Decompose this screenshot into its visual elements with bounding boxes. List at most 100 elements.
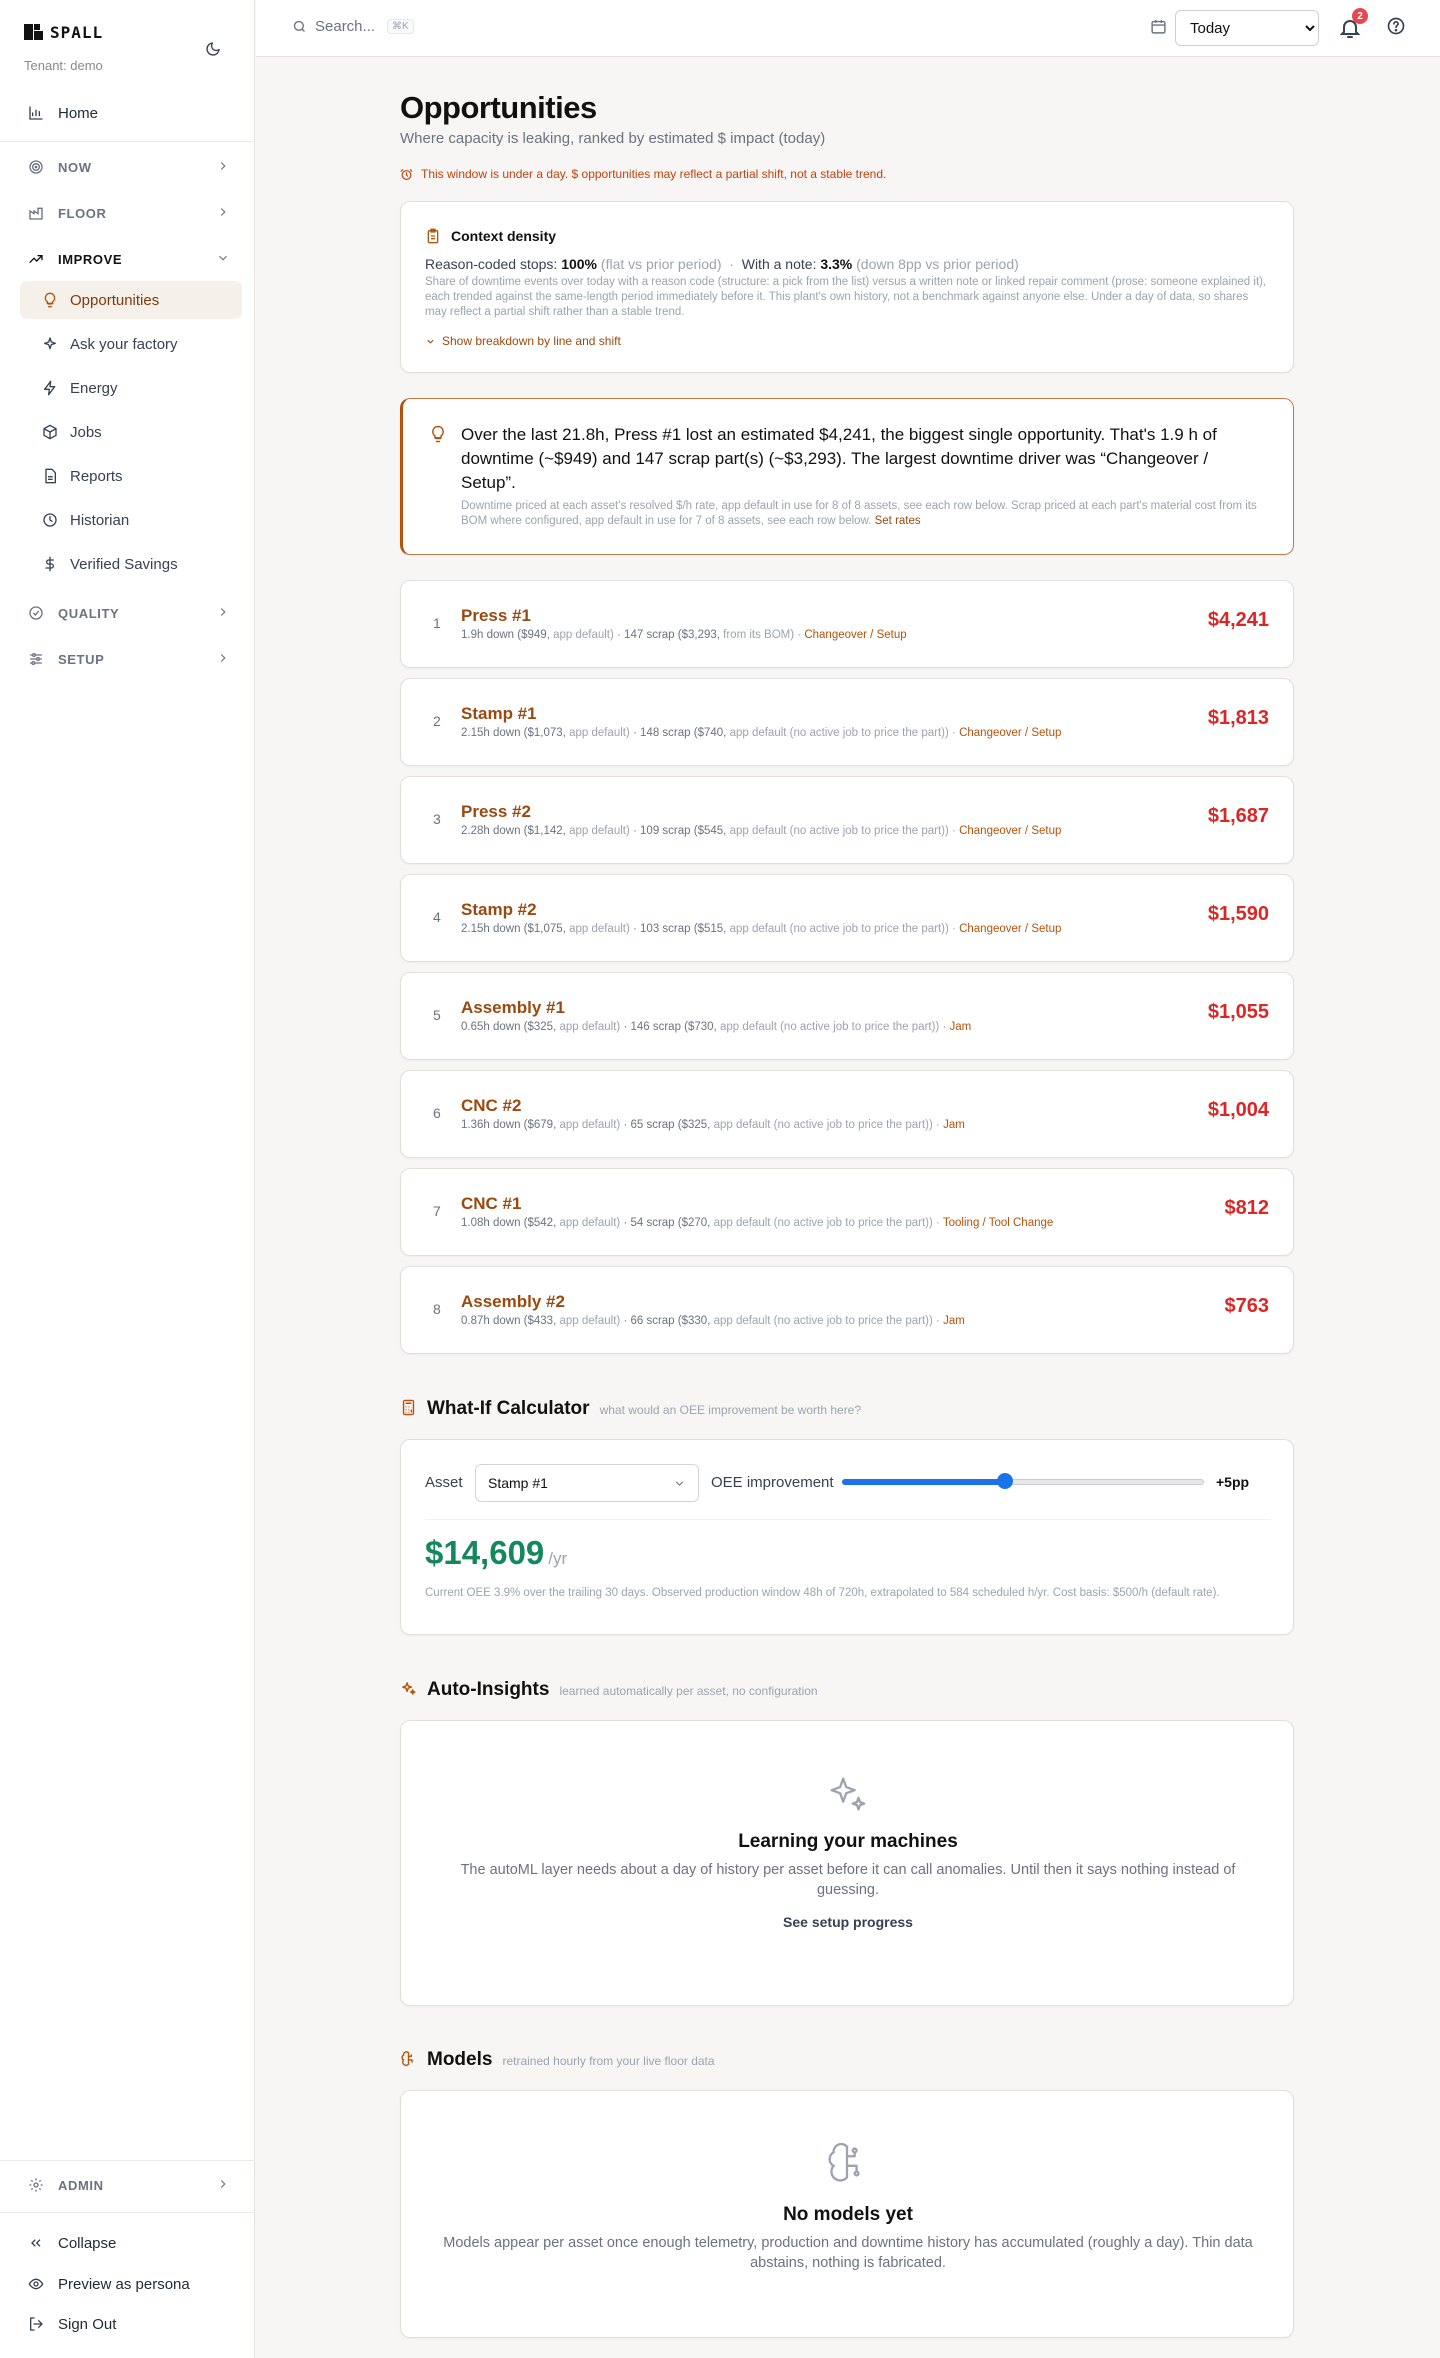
downtime-value: 2.15h down ($1,075, <box>461 923 566 935</box>
chevron-right-icon <box>220 208 226 216</box>
meta-separator: · <box>952 727 956 739</box>
opportunity-asset-link[interactable]: CNC #1 <box>461 1194 521 1214</box>
package-icon <box>43 424 57 440</box>
opportunity-asset-link[interactable]: Assembly #2 <box>461 1292 565 1312</box>
opportunity-asset-link[interactable]: Stamp #2 <box>461 900 537 920</box>
opportunity-amount: $1,004 <box>1207 1099 1269 1121</box>
theme-toggle-button[interactable] <box>200 36 226 62</box>
downtime-cause: Changeover / Setup <box>804 629 907 641</box>
sidebar-item-ask-your-factory[interactable]: Ask your factory <box>20 325 242 363</box>
brand-logo[interactable]: SPALL <box>24 22 103 42</box>
opportunity-asset-link[interactable]: Assembly #1 <box>461 998 565 1018</box>
meta-separator: · <box>797 629 802 641</box>
sidebar-section-quality[interactable]: QUALITY <box>20 596 230 630</box>
opportunity-row[interactable]: 2 Stamp #1 2.15h down ($1,073, app default… <box>400 678 1294 766</box>
downtime-cause: Changeover / Setup <box>959 727 1062 739</box>
opportunity-amount: $763 <box>1224 1295 1270 1317</box>
sidebar-item-energy[interactable]: Energy <box>20 369 242 407</box>
chevron-right-icon <box>220 2180 226 2188</box>
opportunity-asset-link[interactable]: Press #1 <box>461 606 531 626</box>
date-range-select[interactable]: Today <box>1175 10 1319 46</box>
opportunity-row[interactable]: 6 CNC #2 1.36h down ($679, app default) · … <box>400 1070 1294 1158</box>
opportunity-rank: 2 <box>433 713 441 729</box>
note-delta: (down 8pp vs prior period) <box>856 256 1019 272</box>
sidebar-section-improve[interactable]: IMPROVE <box>20 242 230 276</box>
opportunity-asset-link[interactable]: Press #2 <box>461 802 531 822</box>
scrap-value: · 54 scrap ($270, <box>623 1217 711 1229</box>
section-label: QUALITY <box>58 605 120 621</box>
preview-persona-button[interactable]: Preview as persona <box>20 2265 242 2303</box>
slider-handle[interactable] <box>996 1473 1013 1489</box>
section-label: NOW <box>58 159 92 175</box>
context-density-description: Share of downtime events over today with… <box>425 276 1267 318</box>
sidebar-item-reports[interactable]: Reports <box>20 457 242 495</box>
opportunity-amount: $1,813 <box>1207 707 1269 729</box>
pricing-note: Downtime priced at each asset's resolved… <box>461 499 1261 529</box>
see-setup-progress-link[interactable]: See setup progress <box>401 1914 1295 1930</box>
chevron-down-icon <box>675 1480 684 1486</box>
eye-icon <box>28 2278 44 2290</box>
opportunity-asset-link[interactable]: Stamp #1 <box>461 704 537 724</box>
sidebar-item-home[interactable]: Home <box>20 94 242 132</box>
asset-select[interactable]: Stamp #1 <box>475 1464 699 1502</box>
sidebar-item-historian[interactable]: Historian <box>20 501 242 539</box>
whatif-result: $14,609/yr <box>425 1534 567 1572</box>
moon-icon <box>206 42 220 56</box>
meta-separator: · <box>952 923 956 935</box>
asset-select-value: Stamp #1 <box>488 1475 548 1491</box>
sidebar-item-label: Energy <box>70 379 118 397</box>
scrap-source: app default (no active job to price the … <box>729 923 949 935</box>
opportunity-asset-link[interactable]: CNC #2 <box>461 1096 521 1116</box>
scrap-value: · 65 scrap ($325, <box>623 1119 711 1131</box>
sidebar-section-floor[interactable]: FLOOR <box>20 196 230 230</box>
chevron-right-icon <box>220 654 226 662</box>
models-header: Models retrained hourly from your live f… <box>400 2048 715 2071</box>
help-icon[interactable] <box>1386 16 1406 36</box>
clock-icon <box>43 513 57 527</box>
scrap-source: app default (no active job to price the … <box>729 727 949 739</box>
context-density-title: Context density <box>451 228 557 244</box>
sidebar-section-admin[interactable]: ADMIN <box>20 2168 230 2202</box>
whatif-note: Current OEE 3.9% over the trailing 30 da… <box>425 1587 1220 1599</box>
opportunity-row[interactable]: 5 Assembly #1 0.65h down ($325, app defaul… <box>400 972 1294 1060</box>
whatif-title: What-If Calculator <box>427 1398 590 1419</box>
opportunity-row[interactable]: 7 CNC #1 1.08h down ($542, app default) · … <box>400 1168 1294 1256</box>
show-breakdown-toggle[interactable]: Show breakdown by line and shift <box>425 334 621 348</box>
sign-out-button[interactable]: Sign Out <box>20 2305 242 2343</box>
dollar-icon <box>45 556 54 572</box>
notification-badge: 2 <box>1352 8 1368 24</box>
sparkles-icon <box>44 337 56 350</box>
opportunity-row[interactable]: 4 Stamp #2 2.15h down ($1,075, app default… <box>400 874 1294 962</box>
radar-icon <box>29 160 43 174</box>
brain-circuit-icon <box>401 2051 413 2067</box>
chevron-right-icon <box>220 608 226 616</box>
opportunity-row[interactable]: 3 Press #2 2.28h down ($1,142, app default… <box>400 776 1294 864</box>
oee-improvement-slider[interactable] <box>842 1473 1204 1489</box>
opportunity-row[interactable]: 8 Assembly #2 0.87h down ($433, app defaul… <box>400 1266 1294 1354</box>
pricing-note-text: Downtime priced at each asset's resolved… <box>461 500 1257 527</box>
opportunity-rank: 8 <box>433 1301 441 1317</box>
opportunity-details: 0.87h down ($433, app default) · 66 scra… <box>461 1315 965 1327</box>
opportunity-details: 2.15h down ($1,075, app default) · 103 s… <box>461 923 1061 935</box>
opportunity-rank: 7 <box>433 1203 441 1219</box>
divider <box>0 2160 255 2161</box>
opportunity-row[interactable]: 1 Press #1 1.9h down ($949, app default) ·… <box>400 580 1294 668</box>
asset-label: Asset <box>425 1474 463 1491</box>
divider <box>425 1519 1271 1520</box>
sidebar-section-now[interactable]: NOW <box>20 150 230 184</box>
sidebar-item-verified-savings[interactable]: Verified Savings <box>20 545 242 583</box>
file-text-icon <box>45 468 56 484</box>
collapse-button[interactable]: Collapse <box>20 2224 242 2262</box>
set-rates-link[interactable]: Set rates <box>875 515 921 527</box>
sidebar-item-jobs[interactable]: Jobs <box>20 413 242 451</box>
whatif-subtitle: what would an OEE improvement be worth h… <box>599 1403 862 1417</box>
search-input[interactable]: Search... ⌘K <box>292 18 414 35</box>
sidebar-section-setup[interactable]: SETUP <box>20 642 230 676</box>
sidebar-item-opportunities[interactable]: Opportunities <box>20 281 242 319</box>
downtime-source: app default) <box>559 1217 621 1229</box>
opportunity-amount: $4,241 <box>1207 609 1269 631</box>
scrap-value: · 147 scrap ($3,293, <box>617 629 720 641</box>
downtime-cause: Jam <box>943 1119 965 1131</box>
search-placeholder: Search... <box>315 18 376 35</box>
scrap-source: app default (no active job to price the … <box>729 825 949 837</box>
